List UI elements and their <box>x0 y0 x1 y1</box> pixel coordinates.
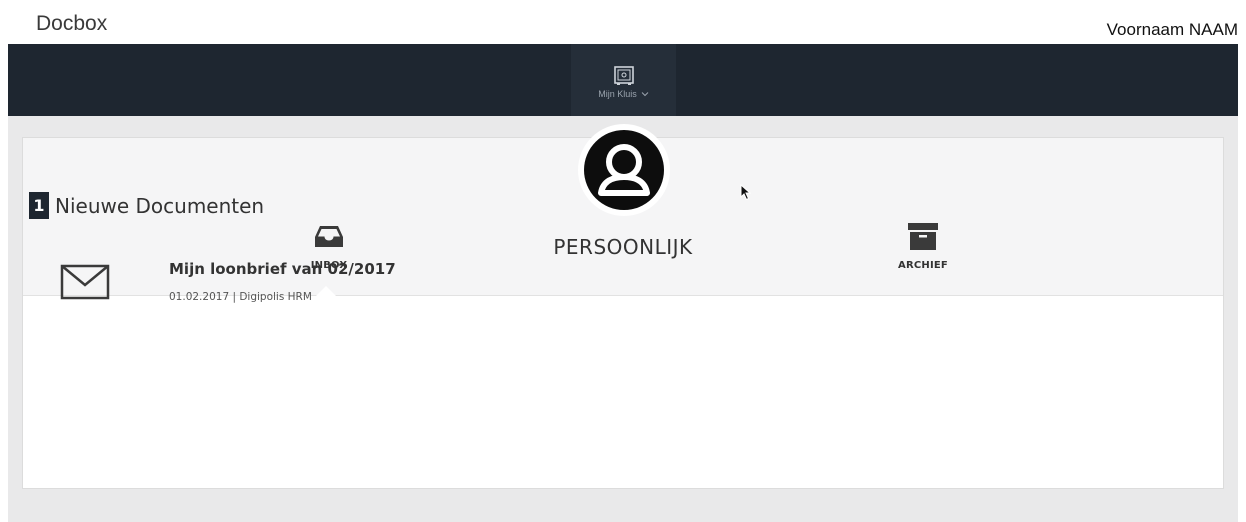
user-name[interactable]: Voornaam NAAM <box>1107 20 1238 40</box>
top-navbar: Mijn Kluis <box>8 44 1238 116</box>
mouse-cursor-icon <box>740 184 752 201</box>
vault-title: PERSOONLIJK <box>553 235 693 259</box>
safe-icon <box>613 66 634 85</box>
document-title[interactable]: Mijn loonbrief van 02/2017 <box>169 260 396 278</box>
inbox-icon <box>315 226 343 247</box>
tab-archief-label: ARCHIEF <box>898 260 948 271</box>
nav-item-mijn-kluis[interactable]: Mijn Kluis <box>571 44 676 116</box>
archive-box-icon <box>908 223 938 250</box>
nav-item-label: Mijn Kluis <box>598 89 637 99</box>
document-item[interactable]: Mijn loonbrief van 02/2017 01.02.2017 | … <box>56 258 656 314</box>
tab-archief[interactable]: ARCHIEF <box>863 220 983 271</box>
user-icon <box>584 130 664 210</box>
document-meta: 01.02.2017 | Digipolis HRM <box>169 291 312 303</box>
chevron-down-icon <box>641 92 649 97</box>
envelope-icon <box>60 264 110 300</box>
new-documents-heading: 1 Nieuwe Documenten <box>29 192 264 219</box>
count-badge: 1 <box>29 192 49 219</box>
app-title: Docbox <box>36 12 108 35</box>
avatar <box>578 124 670 216</box>
section-label: Nieuwe Documenten <box>55 193 265 218</box>
